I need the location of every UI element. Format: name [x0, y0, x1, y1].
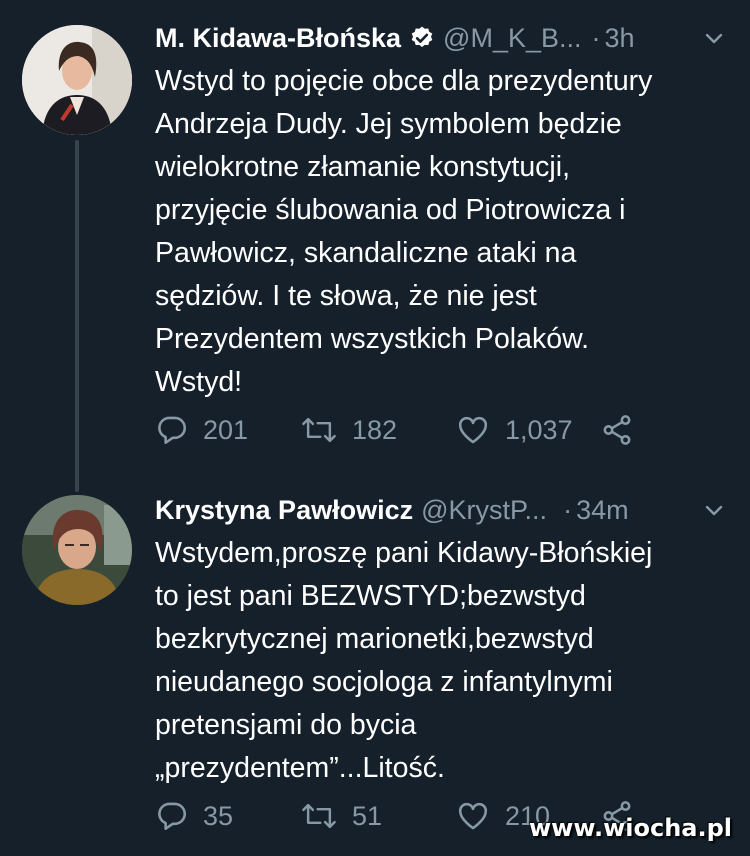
retweet-count: 182 — [352, 414, 398, 445]
heart-icon — [455, 413, 491, 447]
thread-connector-line — [75, 140, 79, 492]
verified-badge-icon — [409, 25, 435, 51]
site-watermark: www.wiocha.pl — [528, 814, 732, 842]
tweet-actions: 201 182 1,037 — [155, 410, 634, 450]
retweet-icon — [300, 413, 338, 447]
reply-icon — [155, 799, 189, 833]
author-handle[interactable]: @M_K_B... — [443, 23, 581, 54]
heart-icon — [455, 799, 491, 833]
author-name[interactable]: M. Kidawa-Błońska — [155, 23, 401, 54]
share-icon — [600, 413, 634, 447]
retweet-button[interactable]: 182 — [300, 413, 455, 447]
separator-dot: · — [591, 22, 601, 53]
timestamp[interactable]: 34m — [576, 495, 629, 526]
retweet-button[interactable]: 51 — [300, 799, 455, 833]
author-handle[interactable]: @KrystP... — [421, 495, 547, 526]
avatar[interactable] — [22, 25, 132, 135]
tweet-text: Wstydem,proszę pani Kidawy-Błońskiej to … — [155, 537, 653, 784]
chevron-down-icon[interactable] — [702, 26, 726, 50]
retweet-icon — [300, 799, 338, 833]
like-button[interactable]: 1,037 — [455, 413, 600, 447]
retweet-count: 51 — [352, 800, 383, 831]
like-count: 1,037 — [505, 414, 573, 445]
reply-button[interactable]: 35 — [155, 799, 300, 833]
tweet-header: M. Kidawa-Błońska @M_K_B... · 3h — [155, 18, 726, 58]
chevron-down-icon[interactable] — [702, 498, 726, 522]
share-button[interactable] — [600, 413, 634, 447]
avatar-photo-icon — [22, 495, 132, 605]
tweet-text: Wstyd to pojęcie obce dla prezydentury A… — [155, 65, 653, 398]
reply-count: 201 — [203, 414, 249, 445]
reply-icon — [155, 413, 189, 447]
tweet-header: Krystyna Pawłowicz @KrystP... · 34m — [155, 490, 726, 530]
avatar[interactable] — [22, 495, 132, 605]
reply-count: 35 — [203, 800, 234, 831]
avatar-photo-icon — [22, 25, 132, 135]
author-name[interactable]: Krystyna Pawłowicz — [155, 495, 413, 526]
separator-dot: · — [563, 494, 573, 525]
timestamp[interactable]: 3h — [605, 23, 635, 54]
reply-button[interactable]: 201 — [155, 413, 300, 447]
